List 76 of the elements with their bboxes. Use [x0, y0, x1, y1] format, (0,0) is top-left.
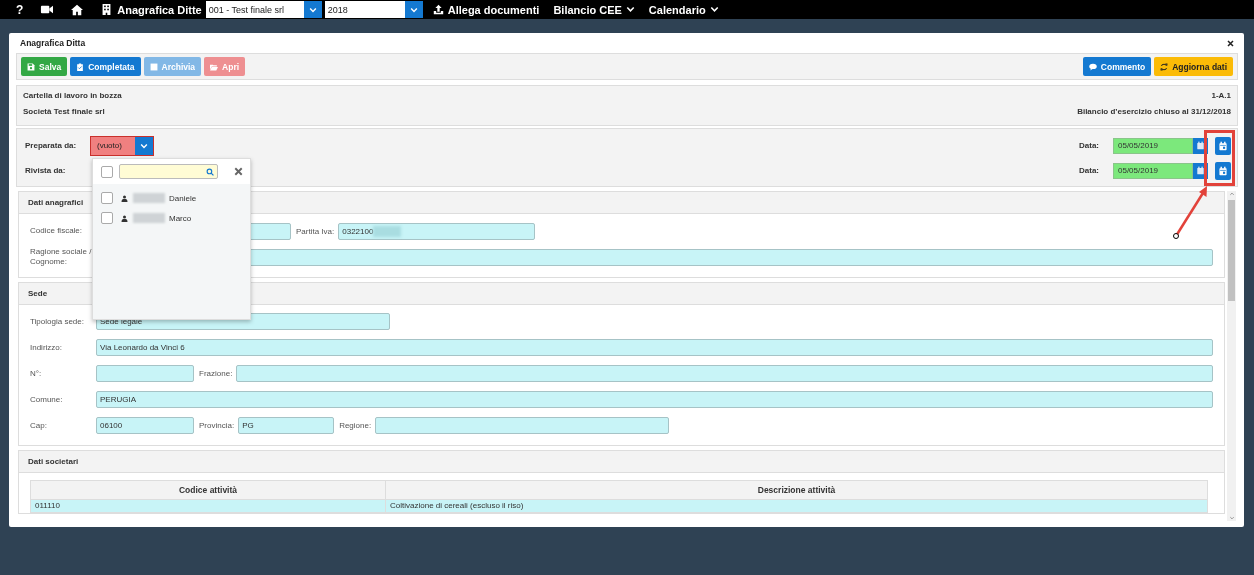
- status-text: Cartella di lavoro in bozza: [23, 91, 123, 100]
- input-field[interactable]: Via Leonardo da Vinci 6: [96, 339, 1213, 357]
- date-field[interactable]: 05/05/2019: [1113, 137, 1193, 154]
- scrollbar[interactable]: [1227, 191, 1236, 521]
- option-label[interactable]: Marco: [169, 213, 192, 223]
- input-field[interactable]: 0322100: [338, 222, 536, 240]
- window-title: Anagrafica Ditta: [20, 38, 86, 48]
- search-field[interactable]: [119, 164, 218, 179]
- highlight-frame: [1204, 130, 1235, 186]
- field-label: Comune:: [30, 394, 64, 405]
- field-label: Rivista da:: [25, 166, 67, 175]
- section-header[interactable]: Dati societari: [19, 450, 1224, 473]
- calendar-icon: [1196, 166, 1205, 175]
- field-label: Codice fiscale:: [30, 225, 84, 237]
- input-field[interactable]: PG: [238, 417, 335, 435]
- building-icon[interactable]: [101, 4, 113, 15]
- company-name: Società Test finale srl: [23, 107, 106, 116]
- complete-button[interactable]: Completata: [70, 57, 141, 76]
- scroll-up-icon[interactable]: [1228, 191, 1235, 197]
- company-select[interactable]: 001 - Test finale srl: [205, 1, 322, 18]
- field-label: N°:: [30, 368, 43, 379]
- input-field[interactable]: [236, 365, 1213, 383]
- field-label: Provincia:: [199, 421, 235, 431]
- field-label: Partita Iva:: [296, 226, 335, 236]
- field-label: Frazione:: [199, 369, 233, 379]
- column-header: Descrizione attività: [385, 480, 1208, 500]
- menu-link[interactable]: Allega documenti: [432, 3, 540, 16]
- field-label: Tipologia sede:: [30, 316, 85, 327]
- input-field[interactable]: PERUGIA: [96, 391, 1213, 409]
- field-label: Data:: [1079, 141, 1099, 150]
- refresh-button[interactable]: Aggiorna dati: [1154, 57, 1233, 76]
- scrollbar-thumb[interactable]: [1228, 200, 1235, 301]
- menu-dropdown[interactable]: Bilancio CEE: [553, 3, 635, 16]
- video-camera-icon[interactable]: [40, 3, 54, 16]
- speech-bubble-icon: [1088, 62, 1097, 71]
- input-field[interactable]: [375, 417, 670, 435]
- checkbox[interactable]: [101, 212, 113, 224]
- home-icon[interactable]: [71, 3, 84, 16]
- date-field[interactable]: 05/05/2019: [1113, 162, 1193, 179]
- menu-dropdown[interactable]: Calendario: [648, 3, 719, 16]
- calendar-icon: [1196, 141, 1205, 150]
- clipboard-icon: [76, 62, 85, 71]
- field-label: Indirizzo:: [30, 342, 63, 353]
- checkbox[interactable]: [101, 192, 113, 204]
- year-select[interactable]: 2018: [324, 1, 423, 18]
- field-label: Data:: [1079, 166, 1099, 175]
- chevron-icon: [625, 5, 635, 14]
- refresh-icon: [1160, 62, 1169, 71]
- close-icon[interactable]: [1227, 39, 1234, 47]
- page-title: Anagrafica Ditte: [117, 3, 202, 16]
- help-button[interactable]: ?: [14, 2, 32, 17]
- input-field[interactable]: [96, 365, 194, 383]
- field-label: Cap:: [30, 420, 48, 431]
- comment-button[interactable]: Commento: [1082, 57, 1152, 76]
- folder-icon: [210, 62, 219, 71]
- calendar-icon: [1218, 165, 1228, 176]
- user-icon: [121, 194, 128, 202]
- code-text: 1-A.1: [1210, 91, 1231, 100]
- column-header: Codice attività: [30, 480, 386, 500]
- option-label[interactable]: Daniele: [169, 193, 197, 203]
- checkbox[interactable]: [101, 165, 113, 178]
- search-icon: [206, 167, 214, 176]
- input-field[interactable]: 06100: [96, 417, 194, 435]
- calendar-icon: [1218, 140, 1228, 151]
- field-label: Regione:: [339, 421, 372, 431]
- user-select[interactable]: (vuoto): [90, 135, 154, 156]
- period-text: Bilancio d’esercizio chiuso al 31/12/2018: [1077, 107, 1231, 116]
- today-button[interactable]: [1215, 136, 1231, 155]
- chevron-icon: [709, 5, 719, 14]
- upload-icon: [432, 4, 444, 15]
- field-label: Preparata da:: [25, 141, 78, 150]
- scroll-down-icon[interactable]: [1228, 515, 1235, 521]
- field-label: Ragione sociale / Cognome:: [30, 247, 92, 268]
- today-button[interactable]: [1215, 161, 1231, 180]
- box-icon: [149, 62, 158, 71]
- user-icon: [121, 214, 128, 222]
